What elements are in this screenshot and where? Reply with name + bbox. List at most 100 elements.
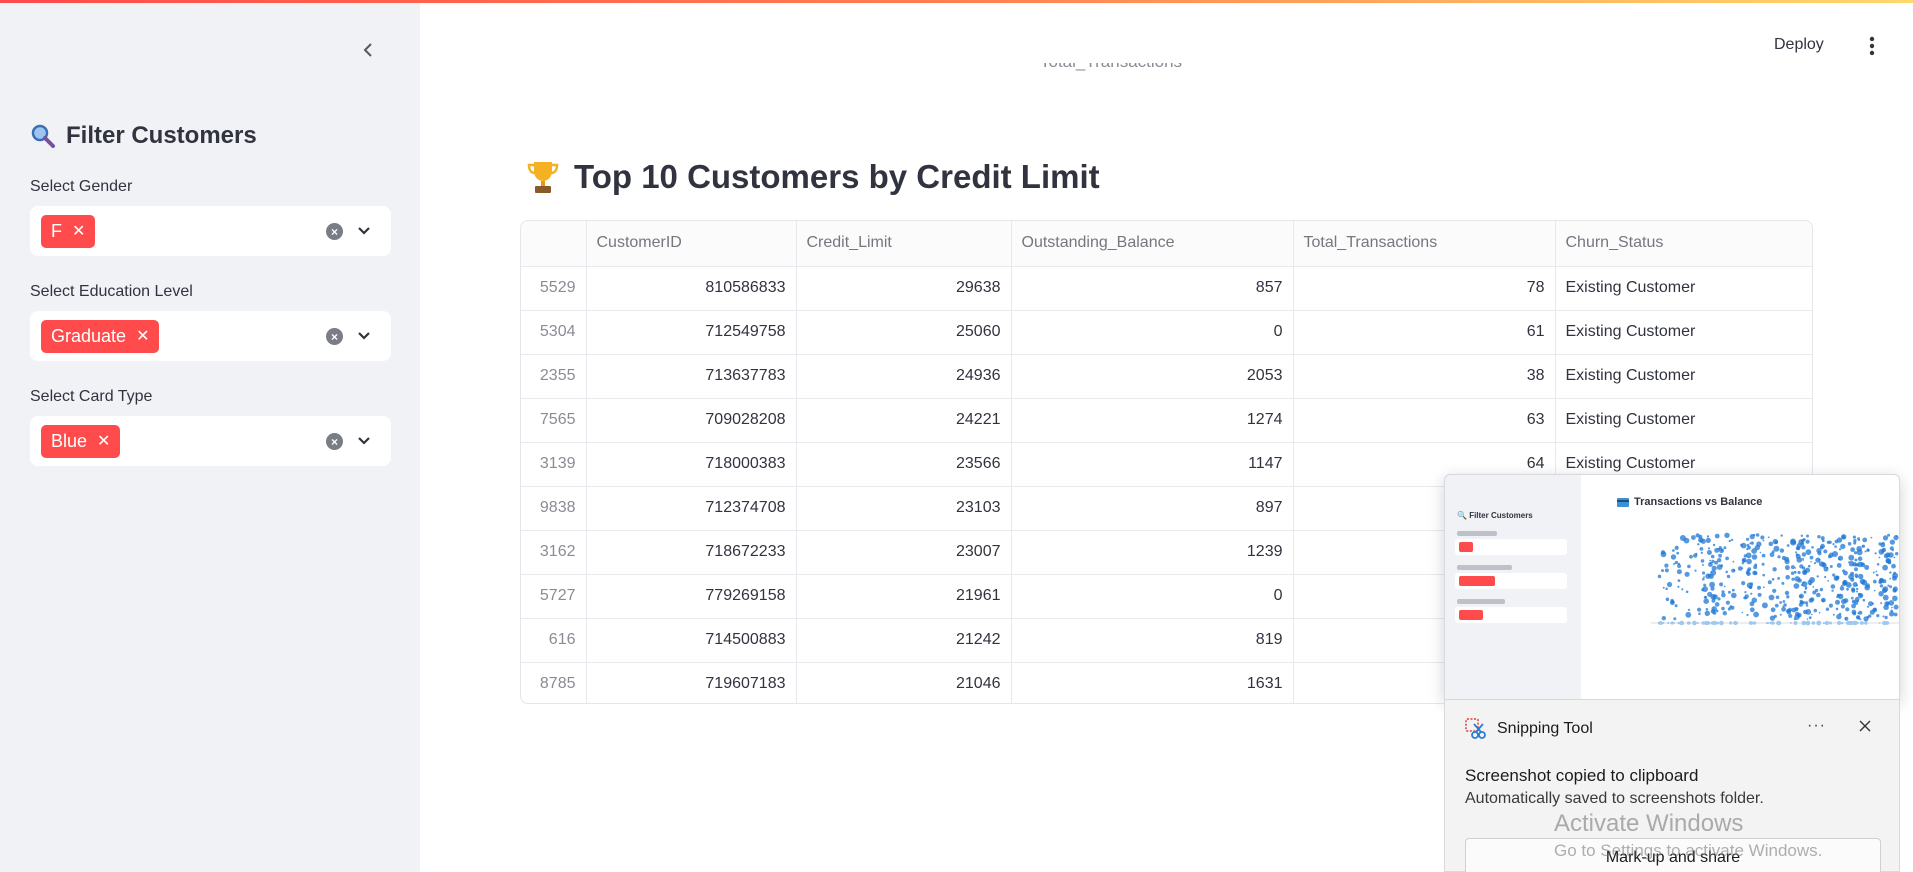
clear-circle-icon[interactable]: ×: [326, 328, 343, 345]
clear-circle-icon[interactable]: ×: [326, 223, 343, 240]
credit-limit-cell[interactable]: 25060: [796, 310, 1012, 355]
chevron-down-icon[interactable]: [354, 431, 374, 451]
customer-id-cell[interactable]: 712374708: [586, 486, 797, 531]
remove-chip-icon[interactable]: ✕: [72, 223, 85, 240]
preview-scatter-point: [1878, 622, 1881, 624]
preview-scatter-point: [1674, 545, 1679, 550]
preview-scatter-point: [1804, 601, 1809, 605]
preview-scatter-point: [1711, 598, 1716, 603]
credit-limit-cell[interactable]: 23007: [796, 530, 1012, 575]
churn-status-cell[interactable]: Existing Customer: [1555, 266, 1812, 311]
customer-id-cell[interactable]: 719607183: [586, 662, 797, 703]
credit-limit-cell[interactable]: 21242: [796, 618, 1012, 663]
preview-scatter-point: [1804, 567, 1811, 573]
preview-scatter-point: [1818, 611, 1821, 614]
credit-limit-cell[interactable]: 21961: [796, 574, 1012, 619]
customer-id-cell[interactable]: 712549758: [586, 310, 797, 355]
table-header-row: CustomerID Credit_Limit Outstanding_Bala…: [521, 221, 1812, 267]
gender-chip[interactable]: F ✕: [41, 215, 96, 248]
customer-id-cell[interactable]: 810586833: [586, 266, 797, 311]
education-chip[interactable]: Graduate ✕: [41, 320, 160, 353]
outstanding-balance-cell[interactable]: 0: [1011, 574, 1294, 619]
row-index[interactable]: 5727: [521, 574, 587, 619]
credit-limit-cell[interactable]: 24221: [796, 398, 1012, 443]
remove-chip-icon[interactable]: ✕: [136, 328, 149, 345]
customer-id-cell[interactable]: 779269158: [586, 574, 797, 619]
row-index[interactable]: 5304: [521, 310, 587, 355]
total-transactions-cell[interactable]: 78: [1293, 266, 1556, 311]
column-header-credit-limit[interactable]: Credit_Limit: [796, 221, 1012, 267]
customer-id-cell[interactable]: 718672233: [586, 530, 797, 575]
preview-scatter-point: [1813, 608, 1818, 613]
row-index[interactable]: 3162: [521, 530, 587, 575]
preview-scatter-point: [1812, 622, 1815, 624]
preview-scatter-point: [1887, 533, 1891, 537]
row-index[interactable]: 9838: [521, 486, 587, 531]
preview-scatter-point: [1781, 581, 1785, 585]
outstanding-balance-cell[interactable]: 857: [1011, 266, 1294, 311]
clipped-chart-axis-title-text: Total_Transactions: [1040, 63, 1182, 72]
remove-chip-icon[interactable]: ✕: [97, 433, 110, 450]
education-multiselect[interactable]: Graduate ✕ ×: [30, 311, 391, 361]
close-icon[interactable]: [1855, 716, 1875, 736]
preview-scatter-point: [1710, 594, 1716, 600]
sidebar-collapse-button[interactable]: [354, 36, 382, 64]
churn-status-cell[interactable]: Existing Customer: [1555, 310, 1812, 355]
column-header-total-transactions[interactable]: Total_Transactions: [1293, 221, 1556, 267]
column-header-churn-status[interactable]: Churn_Status: [1555, 221, 1812, 267]
outstanding-balance-cell[interactable]: 819: [1011, 618, 1294, 663]
preview-scatter-point: [1847, 621, 1852, 625]
clear-circle-icon[interactable]: ×: [326, 433, 343, 450]
preview-scatter-point: [1802, 559, 1805, 561]
preview-scatter-point: [1670, 554, 1677, 560]
column-header-customer-id[interactable]: CustomerID: [586, 221, 797, 267]
preview-scatter-point: [1793, 621, 1798, 625]
table-row[interactable]: 2355 713637783 24936 2053 38 Existing Custome…: [521, 354, 1812, 399]
churn-status-cell[interactable]: Existing Customer: [1555, 398, 1812, 443]
kebab-menu-icon[interactable]: [1862, 34, 1882, 58]
preview-scatter-point: [1874, 552, 1877, 555]
total-transactions-cell[interactable]: 63: [1293, 398, 1556, 443]
total-transactions-cell[interactable]: 38: [1293, 354, 1556, 399]
row-index[interactable]: 7565: [521, 398, 587, 443]
credit-limit-cell[interactable]: 23566: [796, 442, 1012, 487]
column-header-outstanding-balance[interactable]: Outstanding_Balance: [1011, 221, 1294, 267]
table-row[interactable]: 7565 709028208 24221 1274 63 Existing Custome…: [521, 398, 1812, 443]
row-index[interactable]: 5529: [521, 266, 587, 311]
gender-multiselect[interactable]: F ✕ ×: [30, 206, 391, 256]
card-type-chip[interactable]: Blue ✕: [41, 425, 121, 458]
credit-limit-cell[interactable]: 23103: [796, 486, 1012, 531]
outstanding-balance-cell[interactable]: 0: [1011, 310, 1294, 355]
chevron-down-icon[interactable]: [354, 221, 374, 241]
table-row[interactable]: 5304 712549758 25060 0 61 Existing Customer: [521, 310, 1812, 355]
outstanding-balance-cell[interactable]: 897: [1011, 486, 1294, 531]
credit-limit-cell[interactable]: 29638: [796, 266, 1012, 311]
screenshot-preview[interactable]: 🔍 Filter Customers Transactions vs Balan…: [1444, 474, 1900, 700]
customer-id-cell[interactable]: 714500883: [586, 618, 797, 663]
preview-scatter-point: [1851, 609, 1857, 615]
chevron-down-icon[interactable]: [354, 326, 374, 346]
credit-limit-cell[interactable]: 24936: [796, 354, 1012, 399]
row-index[interactable]: 2355: [521, 354, 587, 399]
preview-scatter-point: [1729, 621, 1733, 625]
row-index[interactable]: 8785: [521, 662, 587, 703]
outstanding-balance-cell[interactable]: 1239: [1011, 530, 1294, 575]
outstanding-balance-cell[interactable]: 1147: [1011, 442, 1294, 487]
table-row[interactable]: 5529 810586833 29638 857 78 Existing Customer: [521, 266, 1812, 311]
deploy-button[interactable]: Deploy: [1774, 36, 1824, 54]
preview-scatter-point: [1884, 601, 1890, 607]
customer-id-cell[interactable]: 713637783: [586, 354, 797, 399]
credit-limit-cell[interactable]: 21046: [796, 662, 1012, 703]
row-index[interactable]: 3139: [521, 442, 587, 487]
card-type-multiselect[interactable]: Blue ✕ ×: [30, 416, 391, 466]
outstanding-balance-cell[interactable]: 1274: [1011, 398, 1294, 443]
outstanding-balance-cell[interactable]: 2053: [1011, 354, 1294, 399]
outstanding-balance-cell[interactable]: 1631: [1011, 662, 1294, 703]
customer-id-cell[interactable]: 718000383: [586, 442, 797, 487]
column-header-index[interactable]: [521, 221, 587, 267]
churn-status-cell[interactable]: Existing Customer: [1555, 354, 1812, 399]
row-index[interactable]: 616: [521, 618, 587, 663]
customer-id-cell[interactable]: 709028208: [586, 398, 797, 443]
total-transactions-cell[interactable]: 61: [1293, 310, 1556, 355]
more-options-icon[interactable]: ···: [1807, 717, 1826, 735]
